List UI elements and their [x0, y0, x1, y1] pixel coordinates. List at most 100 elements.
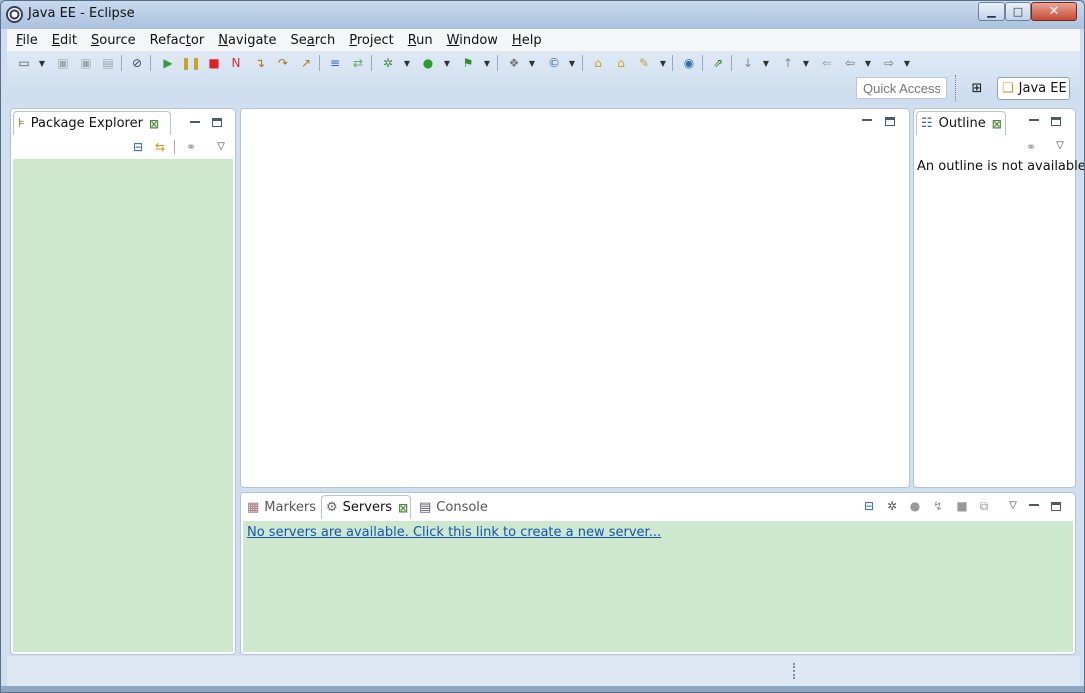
annotation-icon[interactable]: ⇗	[709, 54, 727, 72]
view-menu-icon[interactable]: ▽	[213, 138, 229, 154]
create-server-link[interactable]: No servers are available. Click this lin…	[247, 525, 661, 540]
next-annotation-dropdown-icon[interactable]: ▼	[762, 54, 770, 72]
close-icon[interactable]: ⊠	[398, 501, 408, 515]
menu-search[interactable]: Search	[284, 33, 343, 48]
maximize-editor-icon[interactable]	[883, 114, 897, 128]
open-perspective-icon[interactable]: ⊞	[965, 77, 989, 99]
save-all-icon[interactable]: ▣	[77, 54, 95, 72]
profile-server-icon[interactable]: ↯	[930, 498, 946, 514]
save-icon[interactable]: ▣	[54, 54, 72, 72]
search-dropdown-icon[interactable]: ▼	[659, 54, 667, 72]
debug-server-icon[interactable]: ✲	[884, 498, 900, 514]
package-explorer-tree[interactable]	[13, 159, 233, 652]
resume-icon[interactable]: ▶	[159, 54, 177, 72]
minimize-view-icon[interactable]	[1027, 113, 1041, 127]
tab-outline[interactable]: ☷ Outline ⊠	[916, 111, 1006, 135]
menu-navigate[interactable]: Navigate	[211, 33, 283, 48]
minimize-view-icon[interactable]	[1027, 498, 1041, 512]
step-into-icon[interactable]: ↴	[251, 54, 269, 72]
new-java-class-icon[interactable]: ©	[545, 54, 563, 72]
open-browser-icon[interactable]: ◉	[680, 54, 698, 72]
stop-server-icon[interactable]: ■	[954, 498, 970, 514]
tab-markers[interactable]: ▦ Markers	[243, 495, 319, 519]
menu-run[interactable]: Run	[401, 33, 440, 48]
quick-access-input[interactable]	[856, 77, 947, 99]
new-dropdown-icon[interactable]: ▼	[38, 54, 46, 72]
toolbar-separator	[731, 55, 732, 71]
back-dropdown-icon[interactable]: ▼	[864, 54, 872, 72]
maximize-view-icon[interactable]	[210, 115, 224, 129]
suspend-icon[interactable]: ❚❚	[181, 54, 201, 72]
last-edit-location-icon[interactable]: ⇐	[818, 54, 836, 72]
toolbar-separator	[497, 55, 498, 71]
menu-window[interactable]: Window	[440, 33, 505, 48]
perspective-java-ee-button[interactable]: ❏ Java EE	[997, 77, 1070, 100]
search-icon[interactable]: ✎	[635, 54, 653, 72]
close-window-button[interactable]: ✕	[1031, 2, 1077, 21]
tab-console[interactable]: ▤ Console	[415, 495, 493, 519]
maximize-window-button[interactable]: □	[1005, 2, 1031, 21]
next-annotation-icon[interactable]: ↓	[739, 54, 757, 72]
start-server-icon[interactable]: ●	[907, 498, 923, 514]
disconnect-icon[interactable]: N	[227, 54, 245, 72]
minimize-view-icon[interactable]	[188, 115, 202, 129]
minimize-editor-icon[interactable]	[860, 113, 874, 127]
menu-refactor[interactable]: Refactor	[143, 33, 212, 48]
collapse-all-icon[interactable]: ⊟	[130, 139, 146, 155]
menu-project[interactable]: Project	[342, 33, 401, 48]
minimize-window-button[interactable]: ▁	[978, 2, 1005, 21]
back-icon[interactable]: ⇦	[841, 54, 859, 72]
previous-annotation-dropdown-icon[interactable]: ▼	[802, 54, 810, 72]
toolbar-separator	[371, 55, 372, 71]
new-server-dropdown-icon[interactable]: ▼	[528, 54, 536, 72]
debug-dropdown-icon[interactable]: ▼	[403, 54, 411, 72]
link-with-editor-icon[interactable]: ⇆	[152, 139, 168, 155]
tab-markers-label: Markers	[264, 499, 317, 515]
main-toolbar: ▭ ▼ ▣ ▣ ▤ ⊘ ▶ ❚❚ ■ N ↴ ↷ ↗ ≡ ⇄ ✲ ▼ ● ▼ ⚑…	[7, 51, 1080, 103]
run-external-dropdown-icon[interactable]: ▼	[483, 54, 491, 72]
run-dropdown-icon[interactable]: ▼	[443, 54, 451, 72]
menu-help[interactable]: Help	[505, 33, 549, 48]
publish-icon[interactable]: ⧉	[976, 498, 992, 514]
run-icon[interactable]: ●	[419, 54, 437, 72]
debug-icon[interactable]: ✲	[379, 54, 397, 72]
perspective-label: Java EE	[1018, 81, 1067, 96]
outline-view: ☷ Outline ⊠ ⚭ ▽ An outline is not availa…	[913, 108, 1084, 488]
previous-annotation-icon[interactable]: ↑	[779, 54, 797, 72]
tab-servers[interactable]: ⚙ Servers ⊠	[321, 495, 411, 519]
eclipse-logo-icon	[6, 6, 23, 23]
close-icon[interactable]: ⊠	[149, 117, 159, 131]
open-task-icon[interactable]: ⌂	[612, 54, 630, 72]
maximize-view-icon[interactable]	[1049, 114, 1063, 128]
focus-on-active-task-icon[interactable]: ⚭	[183, 139, 199, 155]
outline-icon: ☷	[921, 116, 933, 131]
status-bar-grip[interactable]	[793, 663, 795, 679]
view-menu-icon[interactable]: ▽	[1005, 497, 1021, 513]
terminate-icon[interactable]: ■	[205, 54, 223, 72]
menu-file[interactable]: File	[9, 33, 45, 48]
eclipse-window: Java EE - Eclipse ▁ □ ✕ File Edit Source…	[0, 0, 1085, 693]
use-step-filters-icon[interactable]: ⇄	[349, 54, 367, 72]
editor-area[interactable]	[240, 108, 910, 488]
new-icon[interactable]: ▭	[15, 54, 33, 72]
focus-on-active-task-icon[interactable]: ⚭	[1023, 139, 1039, 155]
step-return-icon[interactable]: ↗	[297, 54, 315, 72]
menu-edit[interactable]: Edit	[45, 33, 84, 48]
view-menu-icon[interactable]: ▽	[1052, 137, 1068, 153]
forward-icon[interactable]: ⇨	[880, 54, 898, 72]
print-icon[interactable]: ▤	[99, 54, 117, 72]
skip-breakpoints-icon[interactable]: ⊘	[128, 54, 146, 72]
new-class-dropdown-icon[interactable]: ▼	[568, 54, 576, 72]
menu-source[interactable]: Source	[84, 33, 143, 48]
close-icon[interactable]: ⊠	[992, 117, 1002, 131]
forward-dropdown-icon[interactable]: ▼	[903, 54, 911, 72]
maximize-view-icon[interactable]	[1049, 499, 1063, 513]
new-server-icon[interactable]: ❖	[505, 54, 523, 72]
run-external-icon[interactable]: ⚑	[459, 54, 477, 72]
step-over-icon[interactable]: ↷	[274, 54, 292, 72]
tab-package-explorer[interactable]: ⊧ Package Explorer ⊠	[13, 111, 171, 135]
open-type-icon[interactable]: ⌂	[589, 54, 607, 72]
perspective-separator	[955, 75, 956, 101]
drop-to-frame-icon[interactable]: ≡	[326, 54, 344, 72]
collapse-all-icon[interactable]: ⊟	[861, 498, 877, 514]
